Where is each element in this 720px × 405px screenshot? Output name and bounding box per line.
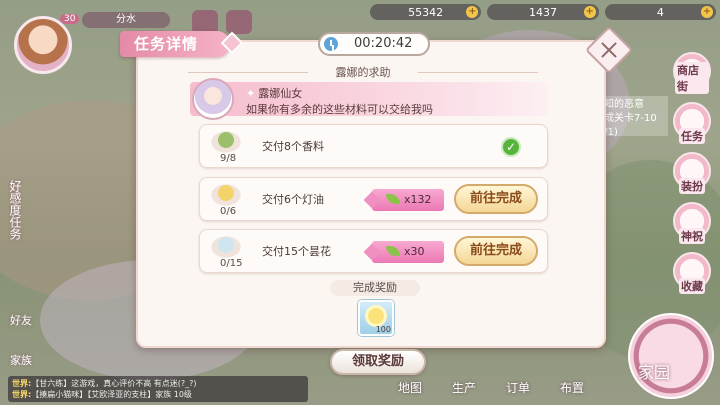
claim-reward-button[interactable]: 领取奖励 (330, 349, 426, 375)
player-level: 30 (60, 14, 80, 24)
nav-production[interactable]: 生产 (444, 379, 484, 401)
world-chat[interactable]: 世界:【甘六练】这游戏，真心评价不高 有点迷(?_?) 世界:【揍扁小猫咪】【艾… (8, 376, 308, 402)
task-count: 0/15 (220, 258, 243, 269)
player-avatar[interactable] (14, 16, 72, 74)
leaf-icon (386, 194, 400, 204)
nav-decorate[interactable]: 布置 (552, 379, 592, 401)
reward-heading: 完成奖励 (330, 280, 420, 296)
reward-quantity: 100 (375, 325, 391, 334)
leaf-cost-badge: x30 (372, 241, 444, 263)
menu-blessing[interactable]: 神祝 (673, 202, 711, 244)
flower-icon (368, 308, 384, 324)
friends-tab[interactable]: 好友 (10, 312, 32, 328)
resource-bar: 55342 + 1437 + 4 + (370, 4, 716, 22)
npc-name: 露娜仙女 (246, 85, 302, 101)
affinity-quest-tab[interactable]: 好感度任务 (4, 180, 26, 240)
task-row: 0/6 交付6个灯油 x132 前往完成 (199, 177, 548, 221)
player-name: 分水 (82, 12, 170, 28)
task-label: 交付8个香料 (262, 140, 324, 153)
chat-line: 世界:【甘六练】这游戏，真心评价不高 有点迷(?_?) (12, 379, 197, 388)
task-count: 9/8 (220, 153, 237, 164)
task-label: 交付6个灯油 (262, 193, 324, 206)
right-menu: 商店街 任务 装扮 神祝 收藏 (672, 52, 712, 294)
lamp-oil-icon (208, 182, 244, 208)
menu-shop-street[interactable]: 商店街 (673, 52, 711, 94)
clock-icon (322, 35, 340, 53)
check-icon: ✓ (501, 137, 521, 157)
event-icon[interactable] (226, 10, 252, 34)
chat-line: 世界:【揍扁小猫咪】【艾欧泽亚的支柱】家族 10级 (12, 390, 192, 399)
spice-icon (208, 129, 244, 155)
resource-coins: 55342 + (370, 4, 482, 20)
go-complete-button[interactable]: 前往完成 (454, 236, 538, 266)
go-complete-button[interactable]: 前往完成 (454, 184, 538, 214)
dialog-title: 任务详情 (120, 31, 244, 57)
epiphyllum-icon (208, 234, 244, 260)
leaf-icon (386, 246, 400, 256)
npc-portrait (192, 78, 234, 120)
leaf-cost-badge: x132 (372, 189, 444, 211)
countdown-timer: 00:20:42 (318, 32, 430, 56)
resource-gems: 1437 + (487, 4, 599, 20)
family-tab[interactable]: 家族 (10, 352, 32, 368)
task-label: 交付15个昙花 (262, 245, 331, 258)
reward-item[interactable]: 100 (358, 300, 394, 336)
resource-energy: 4 + (604, 4, 716, 20)
npc-dialogue: 如果你有多余的这些材料可以交给我吗 (246, 103, 433, 116)
task-row: 0/15 交付15个昙花 x30 前往完成 (199, 229, 548, 273)
task-row: 9/8 交付8个香料 ✓ (199, 124, 548, 168)
nav-map[interactable]: 地图 (390, 379, 430, 401)
menu-dressup[interactable]: 装扮 (673, 152, 711, 194)
bottom-nav: 地图 生产 订单 布置 (390, 379, 592, 401)
menu-collection[interactable]: 收藏 (673, 252, 711, 294)
menu-quests[interactable]: 任务 (673, 102, 711, 144)
task-count: 0/6 (220, 206, 237, 217)
home-button[interactable]: 家园 (628, 313, 714, 399)
nav-orders[interactable]: 订单 (498, 379, 538, 401)
